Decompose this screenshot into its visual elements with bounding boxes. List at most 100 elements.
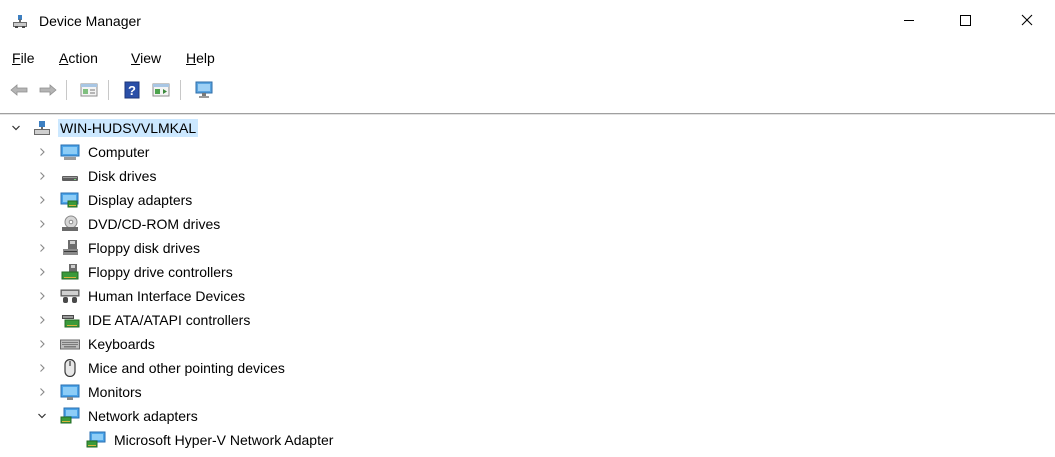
- tree-category[interactable]: Monitors: [0, 380, 400, 404]
- tree-device-label: Microsoft Hyper-V Network Adapter: [114, 432, 334, 448]
- expand-toggle[interactable]: [36, 284, 48, 308]
- expand-toggle[interactable]: [36, 332, 48, 356]
- menu-file-accel: F: [12, 50, 21, 66]
- toolbar-separator: [108, 80, 109, 100]
- expand-toggle[interactable]: [36, 404, 48, 428]
- expand-toggle[interactable]: [36, 164, 48, 188]
- menu-file[interactable]: File: [10, 46, 37, 70]
- help-button[interactable]: ?: [121, 79, 143, 101]
- maximize-icon: [960, 15, 971, 26]
- hid-icon: [60, 289, 80, 303]
- tree-category-label: Floppy disk drives: [88, 240, 201, 256]
- menu-action-rest: ction: [68, 50, 98, 66]
- tree-category[interactable]: IDE ATA/ATAPI controllers: [0, 308, 400, 332]
- menu-help-rest: elp: [196, 50, 215, 66]
- chevron-down-icon: [12, 125, 20, 131]
- tree-category-label: Computer: [88, 144, 150, 160]
- network-adapter-icon: [60, 407, 80, 424]
- expand-toggle[interactable]: [36, 356, 48, 380]
- toolbar-separator: [180, 80, 181, 100]
- device-manager-window: Device Manager File Action View Help ? W…: [0, 0, 1055, 457]
- chevron-right-icon: [40, 316, 45, 324]
- floppy-controller-icon: [61, 264, 79, 280]
- monitor-icon: [60, 384, 80, 400]
- menu-view-accel: V: [131, 50, 141, 66]
- tree-device[interactable]: Microsoft Hyper-V Network Adapter: [0, 428, 500, 452]
- tree-category[interactable]: Keyboards: [0, 332, 400, 356]
- tree-category-label: DVD/CD-ROM drives: [88, 216, 221, 232]
- tree-category[interactable]: Floppy disk drives: [0, 236, 400, 260]
- tree-category-label: Monitors: [88, 384, 142, 400]
- toolbar-separator: [66, 80, 67, 100]
- expand-toggle[interactable]: [36, 308, 48, 332]
- tree-category-label: Disk drives: [88, 168, 157, 184]
- tree-category-label: Display adapters: [88, 192, 193, 208]
- ide-controller-icon: [62, 315, 80, 328]
- tree-category[interactable]: Network adapters: [0, 404, 400, 428]
- toolbar-border-highlight: [0, 114, 1055, 115]
- close-button[interactable]: [1004, 0, 1050, 40]
- tree-category[interactable]: Disk drives: [0, 164, 400, 188]
- forward-button[interactable]: [37, 79, 59, 101]
- scan-hardware-icon: [195, 81, 213, 98]
- dvd-drive-icon: [62, 215, 78, 231]
- tree-category-label: Keyboards: [88, 336, 155, 352]
- chevron-right-icon: [40, 292, 45, 300]
- tree-root[interactable]: WIN-HUDSVVLMKAL: [0, 116, 400, 140]
- expand-toggle[interactable]: [10, 116, 22, 140]
- chevron-right-icon: [40, 268, 45, 276]
- menu-help-accel: H: [186, 50, 197, 66]
- scan-hardware-button[interactable]: [193, 79, 215, 101]
- tree-category[interactable]: Display adapters: [0, 188, 400, 212]
- expand-toggle[interactable]: [36, 236, 48, 260]
- properties-icon: [80, 83, 98, 97]
- title-bar[interactable]: Device Manager: [0, 0, 1055, 40]
- tree-category[interactable]: DVD/CD-ROM drives: [0, 212, 400, 236]
- close-icon: [1021, 14, 1033, 26]
- chevron-right-icon: [40, 220, 45, 228]
- menu-view-rest: iew: [140, 50, 162, 66]
- expand-toggle[interactable]: [36, 380, 48, 404]
- help-icon: ?: [124, 81, 140, 99]
- menu-view[interactable]: View: [129, 46, 163, 70]
- network-adapter-icon: [86, 431, 106, 448]
- update-driver-button[interactable]: [150, 79, 172, 101]
- chevron-right-icon: [40, 340, 45, 348]
- tree-category[interactable]: Human Interface Devices: [0, 284, 400, 308]
- menu-action[interactable]: Action: [57, 46, 100, 70]
- window-title: Device Manager: [39, 13, 141, 29]
- chevron-right-icon: [40, 388, 45, 396]
- tree-category[interactable]: Mice and other pointing devices: [0, 356, 400, 380]
- device-manager-app-icon: [13, 15, 27, 28]
- computer-host-icon: [34, 121, 50, 135]
- display-adapter-icon: [60, 192, 79, 208]
- menu-file-rest: ile: [20, 50, 35, 66]
- maximize-button[interactable]: [942, 0, 988, 40]
- back-arrow-icon: [10, 84, 28, 96]
- tree-category-label: Network adapters: [88, 408, 198, 424]
- minimize-button[interactable]: [886, 0, 932, 40]
- tree-category-label: Human Interface Devices: [88, 288, 246, 304]
- forward-arrow-icon: [39, 84, 57, 96]
- expand-toggle[interactable]: [36, 188, 48, 212]
- expand-toggle[interactable]: [36, 140, 48, 164]
- tree-root-label: WIN-HUDSVVLMKAL: [58, 119, 199, 137]
- back-button[interactable]: [8, 79, 30, 101]
- keyboard-icon: [60, 339, 80, 350]
- chevron-right-icon: [40, 364, 45, 372]
- disk-drive-icon: [62, 176, 78, 181]
- chevron-right-icon: [40, 244, 45, 252]
- chevron-down-icon: [38, 413, 46, 419]
- chevron-right-icon: [40, 148, 45, 156]
- properties-button[interactable]: [78, 79, 100, 101]
- update-driver-icon: [152, 83, 170, 97]
- svg-text:?: ?: [128, 83, 136, 98]
- expand-toggle[interactable]: [36, 212, 48, 236]
- expand-toggle[interactable]: [36, 260, 48, 284]
- chevron-right-icon: [40, 196, 45, 204]
- mouse-icon: [64, 359, 76, 377]
- menu-help[interactable]: Help: [184, 46, 217, 70]
- tree-category[interactable]: Computer: [0, 140, 400, 164]
- computer-icon: [60, 144, 80, 160]
- tree-category[interactable]: Floppy drive controllers: [0, 260, 400, 284]
